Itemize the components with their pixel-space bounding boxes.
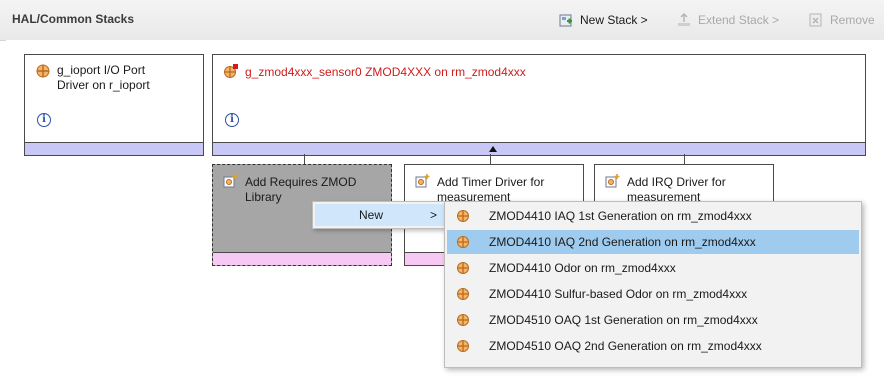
connector-line xyxy=(304,154,305,164)
info-icon[interactable]: i xyxy=(37,113,51,127)
extend-stack-icon xyxy=(676,12,692,28)
stacks-header: HAL/Common Stacks New Stack > Extend Sta… xyxy=(0,0,884,41)
module-sensor[interactable]: g_zmod4xxx_sensor0 ZMOD4XXX on rm_zmod4x… xyxy=(212,54,866,156)
remove-button[interactable]: Remove xyxy=(808,10,875,30)
module-ioport[interactable]: g_ioport I/O Port Driver on r_ioport i xyxy=(24,54,204,156)
module-sensor-strip xyxy=(213,142,865,155)
connector-line xyxy=(490,154,491,164)
extend-stack-button[interactable]: Extend Stack > xyxy=(676,10,779,30)
submenu-item[interactable]: ZMOD4410 Odor on rm_zmod4xxx xyxy=(447,256,859,280)
remove-icon xyxy=(808,12,824,28)
submenu-item[interactable]: ZMOD4410 Sulfur-based Odor on rm_zmod4xx… xyxy=(447,282,859,306)
section-title: HAL/Common Stacks xyxy=(12,12,135,26)
menu-item-new[interactable]: New > xyxy=(315,204,445,226)
add-module-icon xyxy=(223,173,239,189)
new-stack-icon xyxy=(558,12,574,28)
component-icon xyxy=(455,260,471,276)
context-menu: New > xyxy=(312,201,448,229)
submenu-item[interactable]: ZMOD4510 OAQ 2nd Generation on rm_zmod4x… xyxy=(447,334,859,358)
module-ioport-title: g_ioport I/O Port Driver on r_ioport xyxy=(57,63,150,93)
remove-label: Remove xyxy=(830,13,875,27)
info-icon[interactable]: i xyxy=(225,113,239,127)
menu-item-new-label: New xyxy=(359,208,384,222)
connector-line xyxy=(684,154,685,164)
new-stack-label: New Stack > xyxy=(580,13,648,27)
submenu-item-label: ZMOD4410 IAQ 2nd Generation on rm_zmod4x… xyxy=(489,235,756,249)
component-icon xyxy=(455,338,471,354)
add-module-icon xyxy=(605,173,621,189)
module-ioport-strip xyxy=(25,142,203,155)
new-stack-button[interactable]: New Stack > xyxy=(558,10,648,30)
module-ioport-line2: Driver on r_ioport xyxy=(57,78,150,92)
submenu-item-selected[interactable]: ZMOD4410 IAQ 2nd Generation on rm_zmod4x… xyxy=(447,230,859,254)
submenu-item-label: ZMOD4510 OAQ 2nd Generation on rm_zmod4x… xyxy=(489,339,762,353)
module-icon xyxy=(223,63,239,79)
submenu-item[interactable]: ZMOD4410 IAQ 1st Generation on rm_zmod4x… xyxy=(447,204,859,228)
submenu-item-label: ZMOD4410 Odor on rm_zmod4xxx xyxy=(489,261,676,275)
collapse-arrow-icon[interactable] xyxy=(489,145,497,153)
child-zmod-strip xyxy=(213,252,391,265)
new-submenu: ZMOD4410 IAQ 1st Generation on rm_zmod4x… xyxy=(444,201,862,368)
submenu-item[interactable]: ZMOD4510 OAQ 1st Generation on rm_zmod4x… xyxy=(447,308,859,332)
submenu-item-label: ZMOD4410 Sulfur-based Odor on rm_zmod4xx… xyxy=(489,287,748,301)
add-module-icon xyxy=(415,173,431,189)
submenu-item-label: ZMOD4410 IAQ 1st Generation on rm_zmod4x… xyxy=(489,209,752,223)
module-icon xyxy=(35,63,51,79)
module-ioport-line1: g_ioport I/O Port xyxy=(57,63,146,77)
component-icon xyxy=(455,234,471,250)
submenu-item-label: ZMOD4510 OAQ 1st Generation on rm_zmod4x… xyxy=(489,313,758,327)
component-icon xyxy=(455,208,471,224)
child-irq-line1: Add IRQ Driver for xyxy=(627,175,726,189)
child-zmod-line1: Add Requires ZMOD xyxy=(245,175,357,189)
submenu-arrow-icon: > xyxy=(429,208,437,222)
child-timer-line1: Add Timer Driver for xyxy=(437,175,545,189)
extend-stack-label: Extend Stack > xyxy=(698,13,780,27)
module-sensor-title: g_zmod4xxx_sensor0 ZMOD4XXX on rm_zmod4x… xyxy=(245,65,526,79)
component-icon xyxy=(455,286,471,302)
component-icon xyxy=(455,312,471,328)
